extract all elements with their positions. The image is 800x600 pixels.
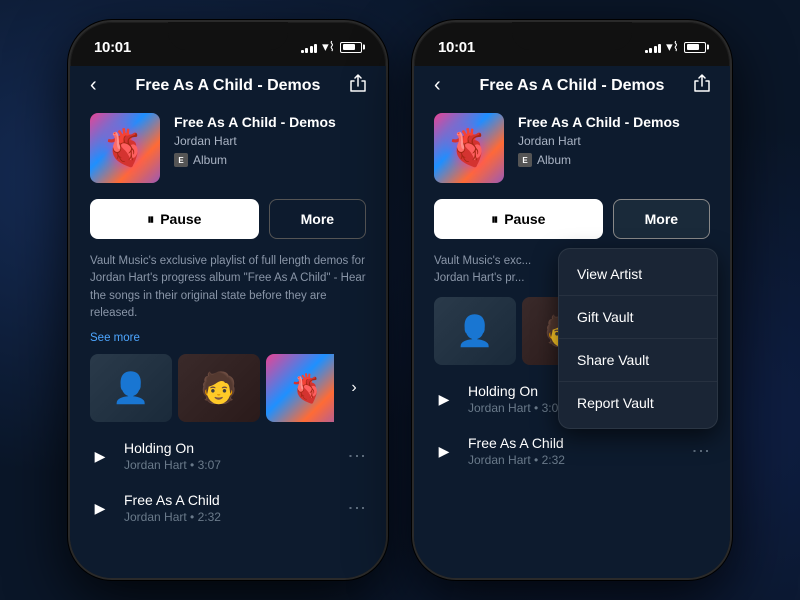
nav-bar-left: ‹ Free As A Child - Demos <box>70 66 386 103</box>
battery-fill-left <box>343 44 356 50</box>
back-button-left[interactable]: ‹ <box>90 74 120 97</box>
phone-right: 10:01 ▾⌇ ‹ Free As A Child - Demos <box>412 20 732 580</box>
pause-label-right: Pause <box>504 211 545 227</box>
album-details-left: Free As A Child - Demos Jordan Hart E Al… <box>174 113 366 167</box>
track-name-1-right: Free As A Child <box>468 435 677 451</box>
more-button-left[interactable]: More <box>269 199 366 239</box>
carousel-images-left: 👤 🧑 🫀 <box>90 354 334 422</box>
track-meta-1-right: Jordan Hart • 2:32 <box>468 453 677 467</box>
pause-button-right[interactable]: ⏸ Pause <box>434 199 603 239</box>
nav-bar-right: ‹ Free As A Child - Demos <box>414 66 730 103</box>
explicit-badge-right: E <box>518 153 532 167</box>
album-title-left: Free As A Child - Demos <box>174 113 366 131</box>
phone-content-right: ‹ Free As A Child - Demos 🫀 Free As A Ch… <box>414 66 730 578</box>
album-art-left: 🫀 <box>90 113 160 183</box>
status-time-left: 10:01 <box>94 39 131 56</box>
signal-bar-4 <box>314 44 317 53</box>
track-item-1-right: ▶ Free As A Child Jordan Hart • 2:32 ⋮ <box>414 425 730 477</box>
album-type-right: E Album <box>518 153 710 167</box>
album-info-right: 🫀 Free As A Child - Demos Jordan Hart E … <box>414 103 730 193</box>
track-item-0-left: ▶ Holding On Jordan Hart • 3:07 ⋮ <box>70 430 386 482</box>
dropdown-gift-vault[interactable]: Gift Vault <box>559 296 717 339</box>
signal-bar-1 <box>301 50 304 53</box>
battery-icon-right <box>684 42 706 53</box>
dropdown-view-artist[interactable]: View Artist <box>559 253 717 296</box>
album-artist-right: Jordan Hart <box>518 134 710 148</box>
wifi-icon-right: ▾⌇ <box>666 39 679 55</box>
track-info-1-right: Free As A Child Jordan Hart • 2:32 <box>468 435 677 467</box>
play-icon-1-left[interactable]: ▶ <box>90 500 110 517</box>
see-more-left[interactable]: See more <box>70 330 386 350</box>
track-dots-0-left[interactable]: ⋮ <box>346 447 367 466</box>
track-name-0-left: Holding On <box>124 440 333 456</box>
carousel-img-3-left: 🫀 <box>266 354 334 422</box>
notch-left <box>168 22 288 50</box>
album-type-left: E Album <box>174 153 366 167</box>
play-icon-0-right[interactable]: ▶ <box>434 391 454 408</box>
pause-button-left[interactable]: ⏸ Pause <box>90 199 259 239</box>
nav-title-right: Free As A Child - Demos <box>464 77 680 95</box>
battery-fill-right <box>687 44 700 50</box>
status-time-right: 10:01 <box>438 39 475 56</box>
pause-icon-right: ⏸ <box>491 211 498 228</box>
track-dots-1-left[interactable]: ⋮ <box>346 499 367 518</box>
play-icon-1-right[interactable]: ▶ <box>434 443 454 460</box>
action-buttons-left: ⏸ Pause More <box>70 193 386 245</box>
back-button-right[interactable]: ‹ <box>434 74 464 97</box>
signal-bar-r2 <box>649 48 652 53</box>
track-info-0-left: Holding On Jordan Hart • 3:07 <box>124 440 333 472</box>
carousel-img-2-left: 🧑 <box>178 354 260 422</box>
description-left: Vault Music's exclusive playlist of full… <box>70 245 386 330</box>
dropdown-menu[interactable]: View Artist Gift Vault Share Vault Repor… <box>558 248 718 429</box>
track-list-left: ▶ Holding On Jordan Hart • 3:07 ⋮ ▶ <box>70 426 386 578</box>
play-icon-0-left[interactable]: ▶ <box>90 448 110 465</box>
more-button-right[interactable]: More <box>613 199 710 239</box>
action-buttons-right: ⏸ Pause More <box>414 193 730 245</box>
album-type-label-right: Album <box>537 153 571 167</box>
track-info-1-left: Free As A Child Jordan Hart • 2:32 <box>124 492 333 524</box>
carousel-img-1-left: 👤 <box>90 354 172 422</box>
status-icons-left: ▾⌇ <box>301 39 362 55</box>
pause-label-left: Pause <box>160 211 201 227</box>
signal-bar-r1 <box>645 50 648 53</box>
album-art-right: 🫀 <box>434 113 504 183</box>
track-item-1-left: ▶ Free As A Child Jordan Hart • 2:32 ⋮ <box>70 482 386 534</box>
battery-icon-left <box>340 42 362 53</box>
track-dots-1-right[interactable]: ⋮ <box>690 442 711 461</box>
pause-icon-left: ⏸ <box>147 211 154 228</box>
signal-bar-r3 <box>654 46 657 53</box>
signal-bar-2 <box>305 48 308 53</box>
signal-bars-right <box>645 42 662 53</box>
signal-bar-r4 <box>658 44 661 53</box>
album-artist-left: Jordan Hart <box>174 134 366 148</box>
album-type-label-left: Album <box>193 153 227 167</box>
album-info-left: 🫀 Free As A Child - Demos Jordan Hart E … <box>70 103 386 193</box>
carousel-left: 👤 🧑 🫀 › <box>70 350 386 426</box>
dropdown-report-vault[interactable]: Report Vault <box>559 382 717 424</box>
track-name-1-left: Free As A Child <box>124 492 333 508</box>
signal-bar-3 <box>310 46 313 53</box>
nav-title-left: Free As A Child - Demos <box>120 77 336 95</box>
album-details-right: Free As A Child - Demos Jordan Hart E Al… <box>518 113 710 167</box>
carousel-img-1-right: 👤 <box>434 297 516 365</box>
phones-container: 10:01 ▾⌇ ‹ Free As A Child - Demos <box>68 20 732 580</box>
wifi-icon-left: ▾⌇ <box>322 39 335 55</box>
phone-content-left: ‹ Free As A Child - Demos 🫀 Free As A Ch… <box>70 66 386 578</box>
dropdown-share-vault[interactable]: Share Vault <box>559 339 717 382</box>
track-meta-1-left: Jordan Hart • 2:32 <box>124 510 333 524</box>
share-button-right[interactable] <box>680 74 710 97</box>
explicit-badge-left: E <box>174 153 188 167</box>
phone-left: 10:01 ▾⌇ ‹ Free As A Child - Demos <box>68 20 388 580</box>
status-icons-right: ▾⌇ <box>645 39 706 55</box>
notch-right <box>512 22 632 50</box>
album-title-right: Free As A Child - Demos <box>518 113 710 131</box>
carousel-chevron-left[interactable]: › <box>342 379 366 397</box>
signal-bars-left <box>301 42 318 53</box>
share-button-left[interactable] <box>336 74 366 97</box>
track-meta-0-left: Jordan Hart • 3:07 <box>124 458 333 472</box>
